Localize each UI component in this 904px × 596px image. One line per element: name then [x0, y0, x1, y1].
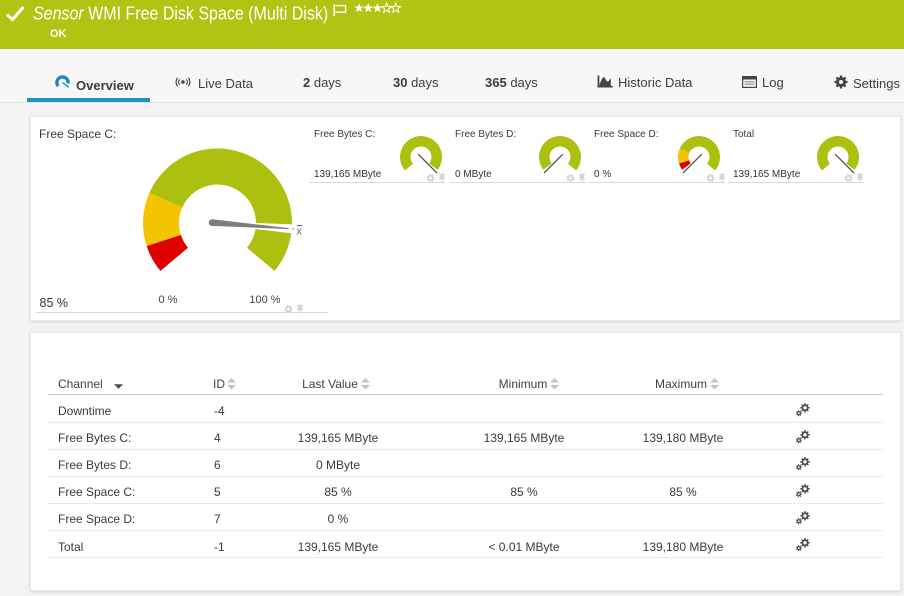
svg-text:x: x: [297, 226, 303, 238]
